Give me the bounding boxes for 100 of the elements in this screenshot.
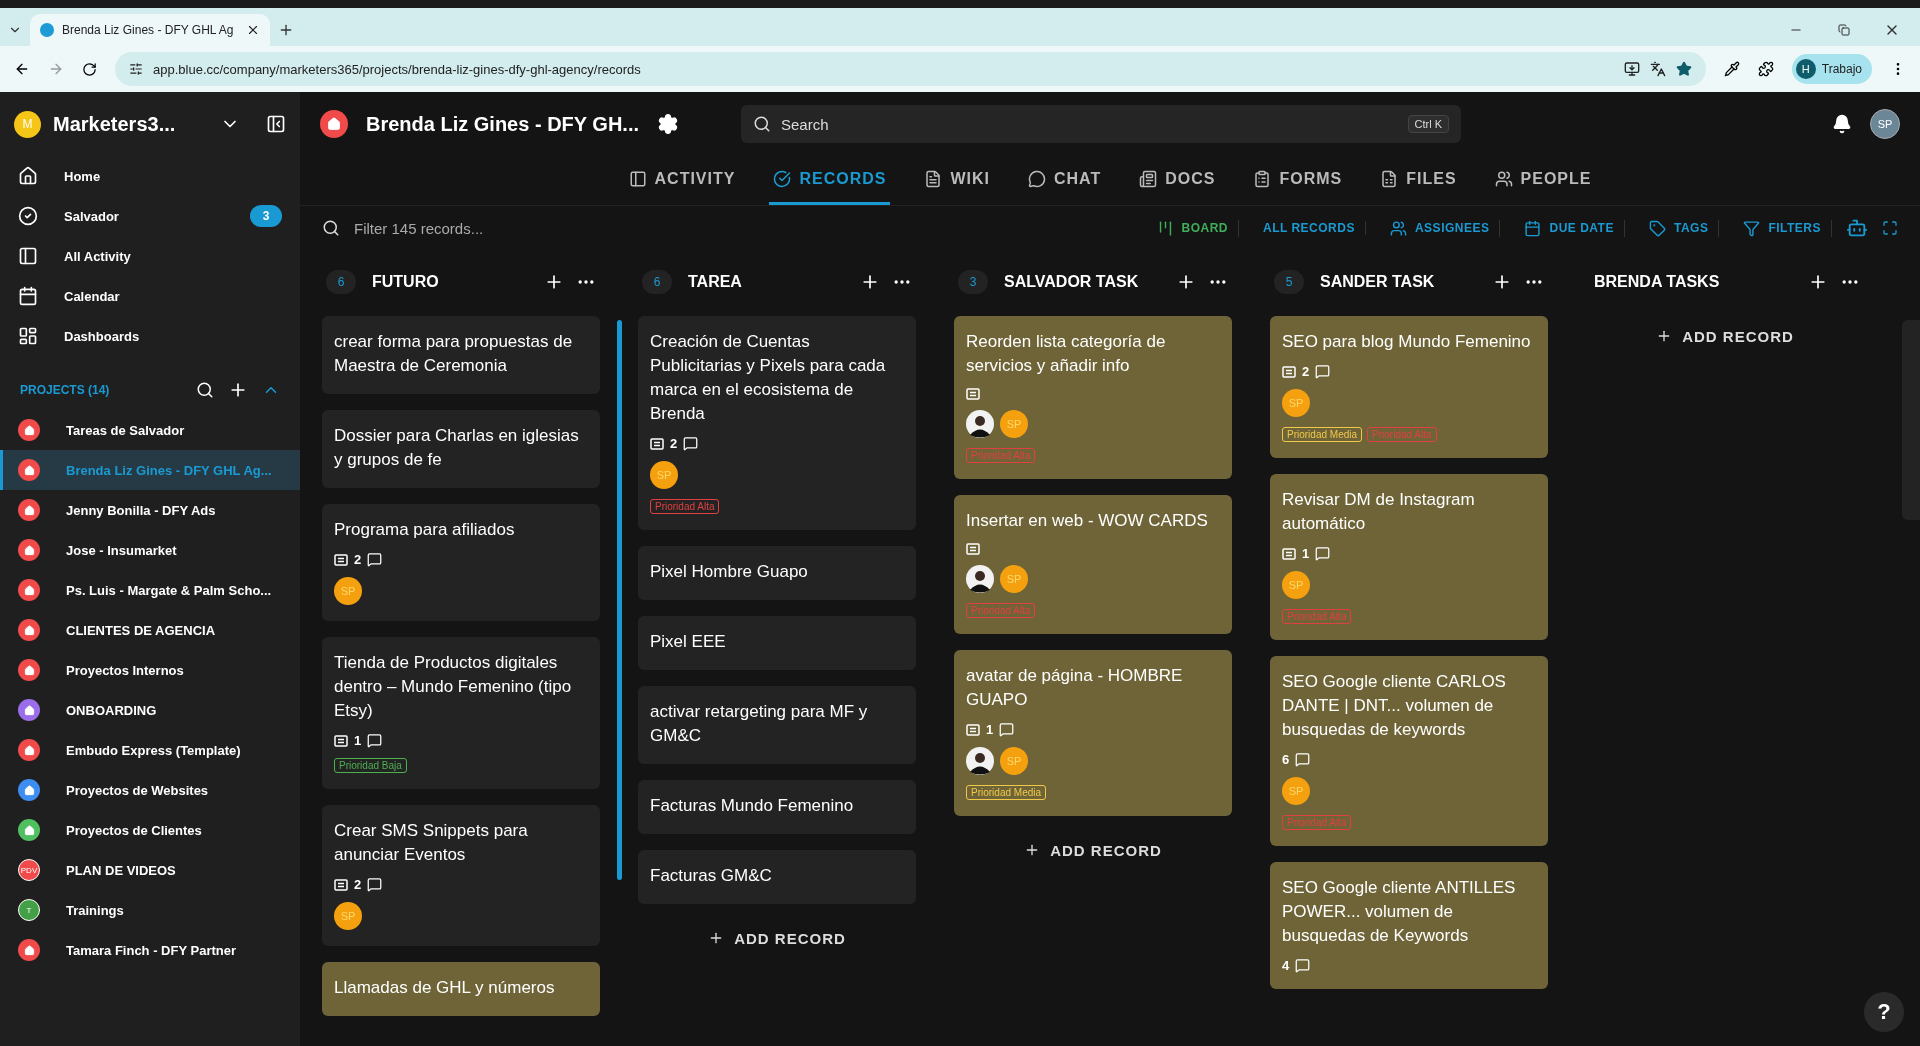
view-button[interactable]: BOARD (1146, 219, 1239, 237)
view-button[interactable]: ALL RECORDS (1253, 221, 1366, 235)
browser-tab[interactable]: Brenda Liz Gines - DFY GHL Ag (30, 14, 270, 46)
comment-count: 2 (670, 436, 678, 451)
nav-tab[interactable]: PEOPLE (1490, 156, 1596, 205)
record-card[interactable]: avatar de página - HOMBRE GUAPO 1 SP Prioridad Media (954, 650, 1232, 816)
record-card[interactable]: Creación de Cuentas Publicitarias y Pixels para cada marca en el ecosistema de Brenda 2 SP Prioridad Alta (638, 316, 916, 530)
comment-icon (1295, 752, 1311, 767)
card-title: Facturas GM&C (650, 865, 773, 887)
address-bar[interactable]: app.blue.cc/company/marketers365/projects/brenda-liz-gines-dfy-ghl-agency/records (115, 52, 1706, 86)
nav-tab[interactable]: CHAT (1023, 156, 1106, 205)
record-count: 6 (642, 270, 672, 294)
settings-icon[interactable] (657, 113, 679, 135)
record-card[interactable]: Pixel EEE (638, 616, 916, 670)
priority-tag: Prioridad Alta (966, 448, 1036, 463)
search-field[interactable]: Search Ctrl K (741, 105, 1461, 143)
back-icon[interactable] (14, 61, 30, 77)
record-card[interactable]: Pixel Hombre Guapo (638, 546, 916, 600)
add-record-button[interactable]: ADD RECORD (638, 914, 916, 962)
record-card[interactable]: Dossier para Charlas en iglesias y grupos de fe (322, 410, 600, 488)
record-card[interactable]: Tienda de Productos digitales dentro – Mundo Femenino (tipo Etsy) 1 Prioridad Baja (322, 637, 600, 789)
projects-heading[interactable]: PROJECTS (14) (20, 383, 182, 397)
search-icon (322, 219, 340, 237)
search-icon (753, 115, 771, 133)
project-item[interactable]: Proyectos de Clientes (0, 810, 300, 850)
project-item[interactable]: PDV PLAN DE VIDEOS (0, 850, 300, 890)
favicon-icon (40, 23, 54, 37)
record-card[interactable]: Facturas GM&C (638, 850, 916, 904)
fullscreen-icon[interactable] (1882, 220, 1898, 236)
user-avatar[interactable]: SP (1870, 109, 1900, 139)
nav-tab[interactable]: WIKI (920, 156, 994, 205)
record-card[interactable]: Reorden lista categoría de servicios y añadir info SP Prioridad Alta (954, 316, 1232, 479)
view-button[interactable]: TAGS (1638, 219, 1720, 237)
eyedropper-icon[interactable] (1723, 61, 1740, 77)
project-item[interactable]: Proyectos de Websites (0, 770, 300, 810)
project-item[interactable]: ONBOARDING (0, 690, 300, 730)
card-title: Pixel Hombre Guapo (650, 561, 809, 583)
record-count: 5 (1274, 270, 1304, 294)
project-item[interactable]: Proyectos Internos (0, 650, 300, 690)
record-card[interactable]: SEO para blog Mundo Femenino 2 SP Prioridad Media Prioridad Alta (1270, 316, 1548, 458)
project-item[interactable]: Embudo Express (Template) (0, 730, 300, 770)
person-avatar (966, 410, 994, 438)
sidebar-item[interactable]: Calendar (0, 276, 300, 316)
extensions-icon[interactable] (1757, 61, 1774, 77)
view-button[interactable]: ASSIGNEES (1379, 219, 1501, 237)
view-button[interactable]: FILTERS (1733, 219, 1832, 237)
sidebar-item[interactable]: Dashboards (0, 316, 300, 356)
nav-tab[interactable]: FILES (1376, 156, 1461, 205)
card-title: activar retargeting para MF y GM&C (650, 701, 869, 747)
nav-tab[interactable]: RECORDS (769, 156, 891, 205)
record-card[interactable]: Crear SMS Snippets para anunciar Eventos 2 SP (322, 805, 600, 946)
record-card[interactable]: SEO Google cliente ANTILLES POWER... volumen de busquedas de Keywords 4 (1270, 862, 1548, 989)
record-card[interactable]: Insertar en web - WOW CARDS SP Prioridad Alta (954, 495, 1232, 634)
translate-icon[interactable] (1649, 61, 1666, 77)
record-card[interactable]: SEO Google cliente CARLOS DANTE | DNT... volumen de busquedas de keywords 6 SP Prioridad Alta (1270, 656, 1548, 846)
notifications-icon[interactable] (1832, 114, 1852, 134)
view-button[interactable]: DUE DATE (1514, 219, 1625, 237)
collapse-sidebar-icon[interactable] (266, 114, 286, 134)
scrollbar[interactable] (617, 320, 622, 880)
record-card[interactable]: activar retargeting para MF y GM&C (638, 686, 916, 764)
project-item[interactable]: CLIENTES DE AGENCIA (0, 610, 300, 650)
install-icon[interactable] (1623, 61, 1640, 77)
workspace-name[interactable]: Marketers3... (53, 112, 208, 136)
nav-tab[interactable]: DOCS (1135, 156, 1220, 205)
site-settings-icon[interactable] (129, 62, 143, 76)
project-item[interactable]: Jose - Insumarket (0, 530, 300, 570)
add-record-button[interactable]: ADD RECORD (1586, 312, 1864, 360)
filter-field[interactable]: Filter 145 records... (354, 219, 1133, 237)
close-icon[interactable] (246, 23, 260, 37)
sidebar-item[interactable]: Salvador 3 (0, 196, 300, 236)
card-title: SEO para blog Mundo Femenino (1282, 331, 1532, 353)
project-item[interactable]: Tamara Finch - DFY Partner (0, 930, 300, 970)
robot-icon[interactable] (1846, 217, 1868, 239)
priority-tag: Prioridad Alta (966, 603, 1036, 618)
nav-tab[interactable]: FORMS (1249, 156, 1347, 205)
record-card[interactable]: Programa para afiliados 2 SP (322, 504, 600, 621)
workspace-avatar: M (14, 110, 41, 138)
project-item[interactable]: Ps. Luis - Margate & Palm Scho... (0, 570, 300, 610)
record-card[interactable]: Facturas Mundo Femenino (638, 780, 916, 834)
sidebar-item[interactable]: Home (0, 156, 300, 196)
record-card[interactable]: Llamadas de GHL y números (322, 962, 600, 1016)
search-icon[interactable] (196, 381, 214, 399)
record-card[interactable]: Revisar DM de Instagram automático 1 SP Prioridad Alta (1270, 474, 1548, 640)
person-avatar (966, 565, 994, 593)
add-record-button[interactable]: ADD RECORD (954, 826, 1232, 874)
project-item[interactable]: T Trainings (0, 890, 300, 930)
help-button[interactable]: ? (1864, 992, 1904, 1032)
profile-button[interactable]: H Trabajo (1791, 54, 1872, 84)
project-item[interactable]: Tareas de Salvador (0, 410, 300, 450)
sidebar-item[interactable]: All Activity (0, 236, 300, 276)
user-avatar: SP (1000, 747, 1028, 775)
project-item[interactable]: Jenny Bonilla - DFY Ads (0, 490, 300, 530)
bookmark-star-icon[interactable] (1675, 61, 1692, 77)
activity-icon (628, 170, 647, 188)
record-card[interactable]: crear forma para propuestas de Maestra de Ceremonia (322, 316, 600, 394)
project-title: Brenda Liz Gines - DFY GH... (366, 112, 639, 136)
user-avatar: SP (1282, 389, 1310, 417)
nav-tab[interactable]: ACTIVITY (624, 156, 740, 205)
project-item[interactable]: Brenda Liz Gines - DFY GHL Ag... (0, 450, 300, 490)
reload-icon[interactable] (82, 61, 97, 77)
